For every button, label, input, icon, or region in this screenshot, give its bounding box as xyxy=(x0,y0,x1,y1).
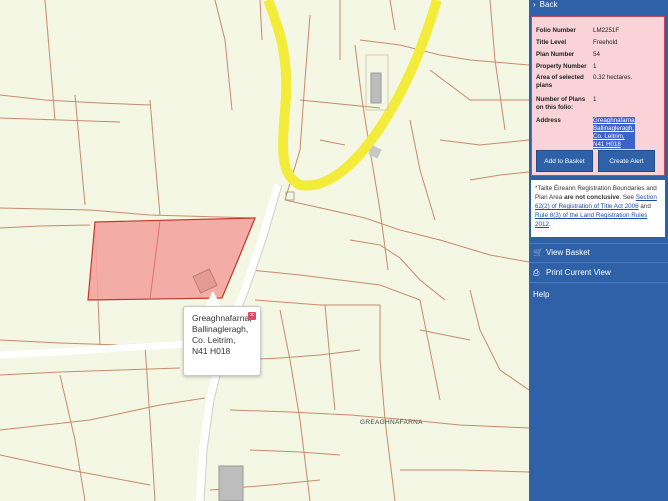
info-label: Property Number xyxy=(536,63,587,70)
back-label: Back xyxy=(539,0,558,9)
info-value: 1 xyxy=(593,96,597,103)
info-label: Folio Number xyxy=(536,27,576,34)
callout-line: Ballinagleragh, xyxy=(192,324,249,334)
rule-8-link[interactable]: Rule 8(3) of the Land Registration Rules… xyxy=(535,212,647,228)
selected-parcel[interactable] xyxy=(87,217,256,301)
divider xyxy=(529,243,668,244)
field-boundaries xyxy=(0,0,529,501)
building xyxy=(370,72,382,104)
local-road-west xyxy=(0,340,191,359)
cart-icon: 🛒 xyxy=(533,248,543,257)
info-value: 0.32 hectares. xyxy=(593,74,633,81)
folio-info-panel: Folio Number LM2251F Title Level Freehold … xyxy=(531,16,665,176)
info-row-title-level: Title Level Freehold xyxy=(536,39,617,47)
address-value[interactable]: Greaghnafarna, Ballinagleragh, Co. Leitr… xyxy=(593,117,636,149)
close-icon[interactable]: × xyxy=(248,312,256,320)
building xyxy=(218,465,244,501)
callout-line: Co. Leitrim, xyxy=(192,335,236,345)
divider xyxy=(529,262,668,263)
menu-label: Print Current View xyxy=(546,268,611,277)
info-row-area: Area of selected plans 0.32 hectares. xyxy=(536,74,632,90)
callout-pointer xyxy=(205,291,221,306)
map-canvas[interactable] xyxy=(0,0,529,501)
create-alert-button[interactable]: Create Alert xyxy=(598,150,655,172)
chevron-left-icon: › xyxy=(533,0,536,9)
sidebar: › Back Folio Number LM2251F Title Level Fre… xyxy=(529,0,668,501)
info-label: Address xyxy=(536,117,561,124)
info-row-folio: Folio Number LM2251F xyxy=(536,27,619,35)
info-value: 1 xyxy=(593,63,597,70)
view-basket-link[interactable]: 🛒 View Basket xyxy=(533,248,590,258)
callout-line: Greaghnafarna, xyxy=(192,313,252,323)
info-label: Number of Plans on this folio: xyxy=(536,96,586,111)
help-link[interactable]: Help xyxy=(533,290,549,300)
info-value: LM2251F xyxy=(593,27,620,34)
divider xyxy=(529,282,668,283)
callout-line: N41 H018 xyxy=(192,346,231,356)
note-text: and xyxy=(638,203,651,210)
map-view[interactable]: Greaghnafarna, Ballinagleragh, Co. Leitr… xyxy=(0,0,529,501)
print-current-view-link[interactable]: ⎙ Print Current View xyxy=(533,268,611,278)
info-row-address: Address xyxy=(536,117,593,125)
menu-label: Help xyxy=(533,290,550,299)
back-button[interactable]: › Back xyxy=(533,0,557,12)
info-row-number-of-plans: Number of Plans on this folio: 1 xyxy=(536,96,596,112)
info-label: Plan Number xyxy=(536,51,575,58)
info-label: Title Level xyxy=(536,39,567,46)
regional-road xyxy=(263,0,442,191)
note-bold: are not conclusive xyxy=(564,194,620,201)
note-text: . xyxy=(549,221,551,228)
info-row-property-number: Property Number 1 xyxy=(536,63,596,71)
townland-label: GREAGHNAFARNA xyxy=(360,419,423,426)
print-icon: ⎙ xyxy=(533,268,540,277)
info-label: Area of selected plans xyxy=(536,74,584,89)
info-value: Freehold xyxy=(593,39,618,46)
info-row-plan-number: Plan Number 54 xyxy=(536,51,600,59)
menu-label: View Basket xyxy=(546,248,590,257)
add-to-basket-button[interactable]: Add to Basket xyxy=(536,150,593,172)
info-value: 54 xyxy=(593,51,600,58)
note-text: . See xyxy=(619,194,636,201)
disclaimer-note: *Tailte Éireann Registration Boundaries … xyxy=(531,180,665,237)
